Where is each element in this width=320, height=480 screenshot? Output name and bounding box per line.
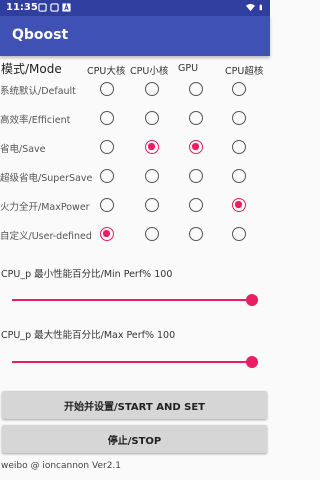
status-right-icons	[246, 3, 265, 12]
column-header-cpu-big: CPU大核	[87, 66, 126, 77]
mode-radio-button[interactable]	[232, 82, 246, 96]
mode-row: 高效率/Efficient	[0, 105, 270, 133]
mode-radio-button[interactable]	[189, 82, 203, 96]
mode-radio-button[interactable]	[189, 198, 203, 212]
slider-thumb[interactable]	[246, 294, 258, 306]
mode-radio-button[interactable]	[189, 111, 203, 125]
mode-radio-button[interactable]	[145, 227, 159, 241]
mode-row-label: 超级省电/SuperSave	[0, 173, 93, 184]
mode-radio-button[interactable]	[100, 198, 114, 212]
notification-icon	[38, 3, 47, 12]
mode-row: 超级省电/SuperSave	[0, 163, 270, 191]
app-bar: Qboost	[0, 16, 270, 56]
footer-version: weibo @ ioncannon Ver2.1	[1, 461, 122, 471]
mode-radio-button[interactable]	[100, 111, 114, 125]
mode-radio-button[interactable]	[100, 227, 114, 241]
column-header-gpu: GPU	[178, 63, 199, 74]
min-perf-label: CPU_p 最小性能百分比/Min Perf% 100	[1, 269, 173, 280]
mode-row-label: 自定义/User-defined	[0, 231, 92, 242]
column-header-cpu-prime: CPU超核	[225, 66, 264, 77]
status-icons	[38, 3, 71, 12]
mode-row-label: 系统默认/Default	[0, 86, 76, 97]
start-and-set-button[interactable]: 开始并设置/START AND SET	[2, 391, 267, 419]
mode-radio-button[interactable]	[189, 140, 203, 154]
mode-radio-button[interactable]	[100, 169, 114, 183]
mode-radio-button[interactable]	[100, 140, 114, 154]
stop-button[interactable]: 停止/STOP	[2, 425, 267, 453]
wifi-icon	[246, 3, 255, 12]
column-header-cpu-little: CPU小核	[130, 66, 169, 77]
mode-row: 省电/Save	[0, 134, 270, 162]
max-perf-label: CPU_p 最大性能百分比/Max Perf% 100	[1, 330, 176, 341]
app-title: Qboost	[12, 27, 69, 43]
slider-thumb[interactable]	[246, 356, 258, 368]
mode-row-label: 火力全开/MaxPower	[0, 202, 90, 213]
mode-radio-button[interactable]	[100, 82, 114, 96]
slider-track	[12, 299, 258, 301]
mode-radio-button[interactable]	[189, 169, 203, 183]
mode-radio-button[interactable]	[145, 111, 159, 125]
mode-row-label: 高效率/Efficient	[0, 115, 71, 126]
mode-row: 自定义/User-defined	[0, 221, 270, 249]
slider-track	[12, 361, 258, 363]
min-perf-slider[interactable]	[12, 293, 258, 307]
mode-radio-button[interactable]	[232, 140, 246, 154]
text-icon	[62, 3, 71, 12]
mode-radio-button[interactable]	[145, 169, 159, 183]
mode-radio-button[interactable]	[189, 227, 203, 241]
max-perf-slider[interactable]	[12, 355, 258, 369]
mode-header-label: 模式/Mode	[1, 62, 62, 76]
mode-radio-button[interactable]	[232, 198, 246, 212]
status-bar: 11:35	[0, 0, 270, 16]
mode-radio-button[interactable]	[145, 198, 159, 212]
mode-radio-button[interactable]	[145, 82, 159, 96]
mode-row: 火力全开/MaxPower	[0, 192, 270, 220]
status-time: 11:35	[6, 2, 38, 13]
mode-radio-button[interactable]	[232, 227, 246, 241]
mode-row: 系统默认/Default	[0, 76, 270, 104]
mode-table-header: 模式/Mode CPU大核 CPU小核 GPU CPU超核	[0, 60, 270, 77]
mode-radio-button[interactable]	[232, 169, 246, 183]
mode-radio-button[interactable]	[232, 111, 246, 125]
battery-icon	[259, 4, 262, 11]
notification-icon	[50, 3, 59, 12]
mode-row-label: 省电/Save	[0, 144, 46, 155]
mode-radio-button[interactable]	[145, 140, 159, 154]
